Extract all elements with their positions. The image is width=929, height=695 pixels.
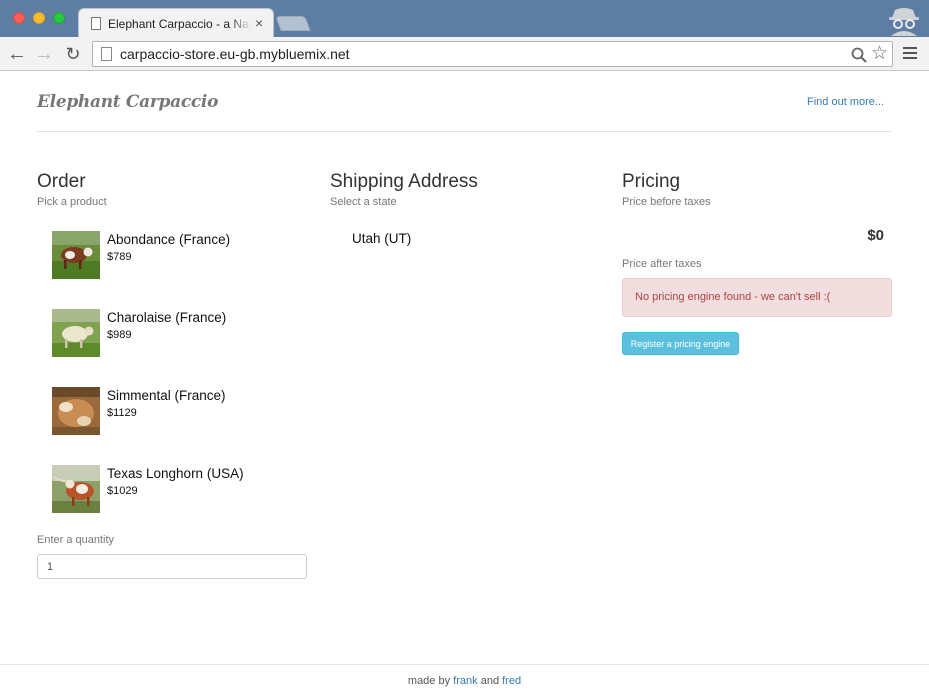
browser-toolbar: ← → ↻ carpaccio-store.eu-gb.mybluemix.ne… [0,37,929,71]
incognito-icon [889,8,919,36]
product-price: $989 [107,329,132,341]
product-name: Simmental (France) [107,388,226,403]
tab-title: Elephant Carpaccio - a Narrowing Exercis… [108,17,251,31]
product-name: Charolaise (France) [107,310,227,325]
page-icon [101,47,112,61]
shipping-subtitle: Select a state [330,196,397,208]
footer-conjunction: and [480,675,500,687]
footer-prefix: made by [407,675,451,687]
pricing-title: Pricing [622,171,681,192]
product-price: $1029 [107,485,138,497]
minimize-window-button[interactable] [33,12,45,24]
menu-icon[interactable] [903,47,917,61]
author-link-frank[interactable]: frank [453,675,477,687]
product-price: $1129 [107,407,137,419]
cow-photo-icon [52,387,100,435]
page-icon [91,17,101,30]
browser-titlebar: Elephant Carpaccio - a Narrowing Exercis… [0,0,929,37]
brand-logo[interactable]: Elephant Carpaccio [37,92,218,112]
cow-photo-icon [52,309,100,357]
header-divider [37,131,892,132]
price-before-label: Price before taxes [622,196,711,208]
find-out-more-link[interactable]: Find out more... [807,96,884,108]
product-price: $789 [107,251,132,263]
tab-close-icon[interactable]: × [255,15,263,31]
order-subtitle: Pick a product [37,196,107,208]
price-before-value: $0 [867,227,884,244]
shipping-title: Shipping Address [330,171,478,192]
url-text[interactable]: carpaccio-store.eu-gb.mybluemix.net [120,46,350,62]
close-window-button[interactable] [13,12,25,24]
footer: made by frank and fred [0,664,929,695]
product-item-charolaise[interactable]: Charolaise (France) $989 [52,309,292,357]
state-option-utah[interactable]: Utah (UT) [352,231,411,246]
new-tab-button[interactable] [275,16,311,31]
product-name: Abondance (France) [107,232,231,247]
product-item-simmental[interactable]: Simmental (France) $1129 [52,387,292,435]
reload-icon[interactable]: ↻ [61,42,85,66]
product-item-texas-longhorn[interactable]: Texas Longhorn (USA) $1029 [52,465,292,513]
cow-photo-icon [52,465,100,513]
address-bar[interactable]: carpaccio-store.eu-gb.mybluemix.net ☆ [92,41,893,67]
zoom-window-button[interactable] [53,12,65,24]
browser-tab[interactable]: Elephant Carpaccio - a Narrowing Exercis… [78,8,274,37]
price-after-label: Price after taxes [622,258,702,270]
cow-photo-icon [52,231,100,279]
forward-arrow-icon[interactable]: → [32,42,56,66]
back-arrow-icon[interactable]: ← [5,42,29,66]
quantity-input[interactable] [37,554,307,579]
order-title: Order [37,171,86,192]
no-pricing-engine-alert: No pricing engine found - we can't sell … [622,278,892,317]
register-pricing-engine-button[interactable]: Register a pricing engine [622,332,739,355]
page-content: Elephant Carpaccio Find out more... Orde… [0,72,929,695]
quantity-label: Enter a quantity [37,534,115,546]
product-item-abondance[interactable]: Abondance (France) $789 [52,231,292,279]
author-link-fred[interactable]: fred [502,675,521,687]
search-icon[interactable] [850,46,868,64]
product-name: Texas Longhorn (USA) [107,466,244,481]
bookmark-star-icon[interactable]: ☆ [871,43,888,65]
